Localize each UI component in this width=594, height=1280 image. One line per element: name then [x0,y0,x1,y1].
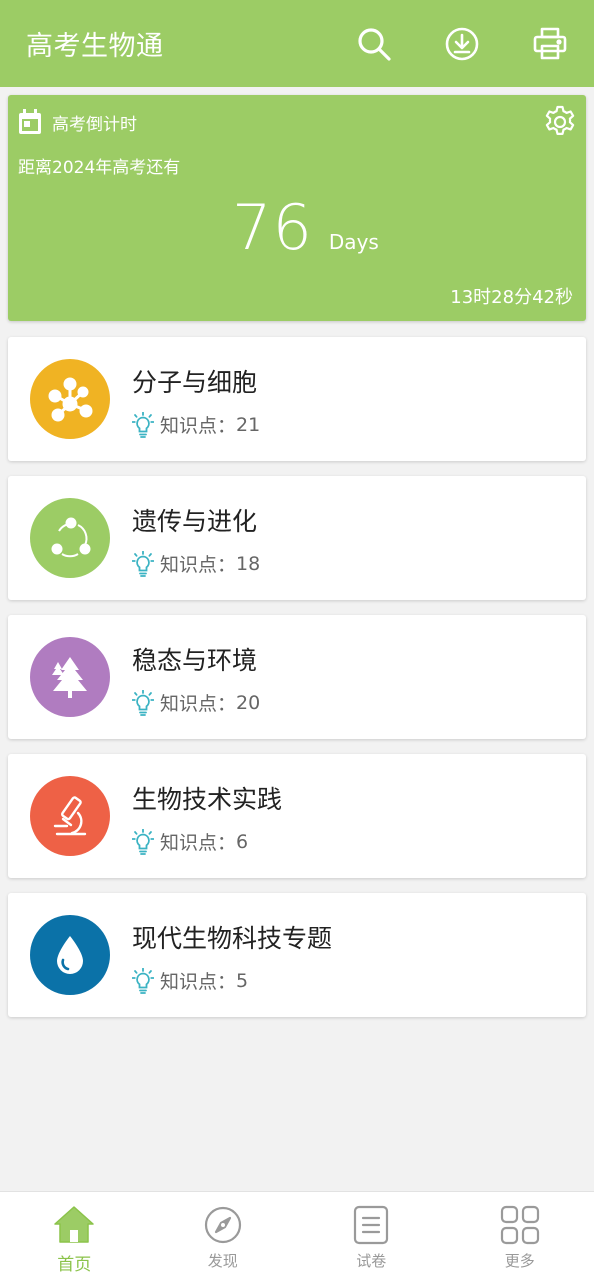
countdown-subtitle: 距离2024年高考还有 [18,158,181,178]
topic-meta: 知识点： 21 [132,411,260,438]
topic-icon-badge [30,498,110,578]
compass-icon [204,1206,241,1244]
topic-meta: 知识点： 5 [132,967,248,994]
knowledge-label: 知识点： [160,832,237,854]
exam-countdown-card: 高考倒计时 距离2024年高考还有 76 Days 13时28分42秒 [8,95,586,321]
topic-icon-badge [30,776,110,856]
topic-title: 遗传与进化 [132,507,258,536]
calendar-icon [19,109,41,134]
topic-card-modern-biotech[interactable]: 现代生物科技专题 知识点： 5 [8,893,586,1017]
water-drop-icon [57,936,83,974]
lightbulb-icon [132,550,154,577]
topic-title: 现代生物科技专题 [132,924,333,953]
topic-icon-badge [30,637,110,717]
download-icon [445,27,479,60]
lightbulb-icon [132,967,154,994]
grid-icon [500,1205,539,1245]
topic-title: 稳态与环境 [132,646,258,675]
knowledge-count: 20 [236,691,261,714]
app-bar: 高考生物通 [0,0,594,87]
lightbulb-icon [132,689,154,716]
search-button[interactable] [330,0,418,87]
app-bar-actions [330,0,594,87]
home-icon [54,1206,94,1243]
topic-card-biotech-practice[interactable]: 生物技术实践 知识点： 6 [8,754,586,878]
nav-label: 首页 [57,1255,92,1275]
nav-item-more[interactable]: 更多 [446,1192,594,1280]
nav-item-home[interactable]: 首页 [0,1192,149,1280]
topic-card-homeostasis-environment[interactable]: 稳态与环境 知识点： 20 [8,615,586,739]
topic-icon-badge [30,915,110,995]
days-unit: Days [328,230,379,254]
countdown-header: 高考倒计时 [18,109,137,135]
knowledge-count: 18 [236,552,261,575]
topic-card-genetics-evolution[interactable]: 遗传与进化 知识点： 18 [8,476,586,600]
printer-icon [533,27,567,59]
days-number: 76 [232,191,313,264]
nav-label: 发现 [207,1252,238,1270]
print-button[interactable] [506,0,594,87]
nav-item-papers[interactable]: 试卷 [297,1192,446,1280]
bottom-nav: 首页 发现 试卷 更多 [0,1191,594,1280]
microscope-icon [53,796,87,836]
knowledge-label: 知识点： [160,554,237,576]
app-title: 高考生物通 [26,31,164,62]
topic-meta: 知识点： 6 [132,828,248,855]
gear-icon[interactable] [542,104,578,140]
topic-meta: 知识点： 18 [132,550,260,577]
cycle-icon [51,517,91,558]
nav-label: 试卷 [356,1252,387,1270]
countdown-days: 76 Days [232,191,379,264]
knowledge-count: 21 [236,413,261,436]
lightbulb-icon [132,828,154,855]
knowledge-label: 知识点： [160,415,237,437]
nav-label: 更多 [504,1252,535,1270]
countdown-title: 高考倒计时 [52,114,137,135]
knowledge-label: 知识点： [160,693,237,715]
knowledge-count: 5 [236,969,249,992]
topic-title: 生物技术实践 [132,785,283,814]
topic-card-molecule-cell[interactable]: 分子与细胞 知识点： 21 [8,337,586,461]
document-icon [354,1205,389,1245]
download-button[interactable] [418,0,506,87]
countdown-time: 13时28分42秒 [450,287,573,308]
search-icon [358,27,391,61]
lightbulb-icon [132,411,154,438]
topic-title: 分子与细胞 [132,368,258,397]
knowledge-label: 知识点： [160,971,237,993]
topic-icon-badge [30,359,110,439]
knowledge-count: 6 [236,830,249,853]
tree-icon [52,657,87,698]
molecule-icon [48,377,93,422]
topic-meta: 知识点： 20 [132,689,260,716]
nav-item-discover[interactable]: 发现 [149,1192,298,1280]
